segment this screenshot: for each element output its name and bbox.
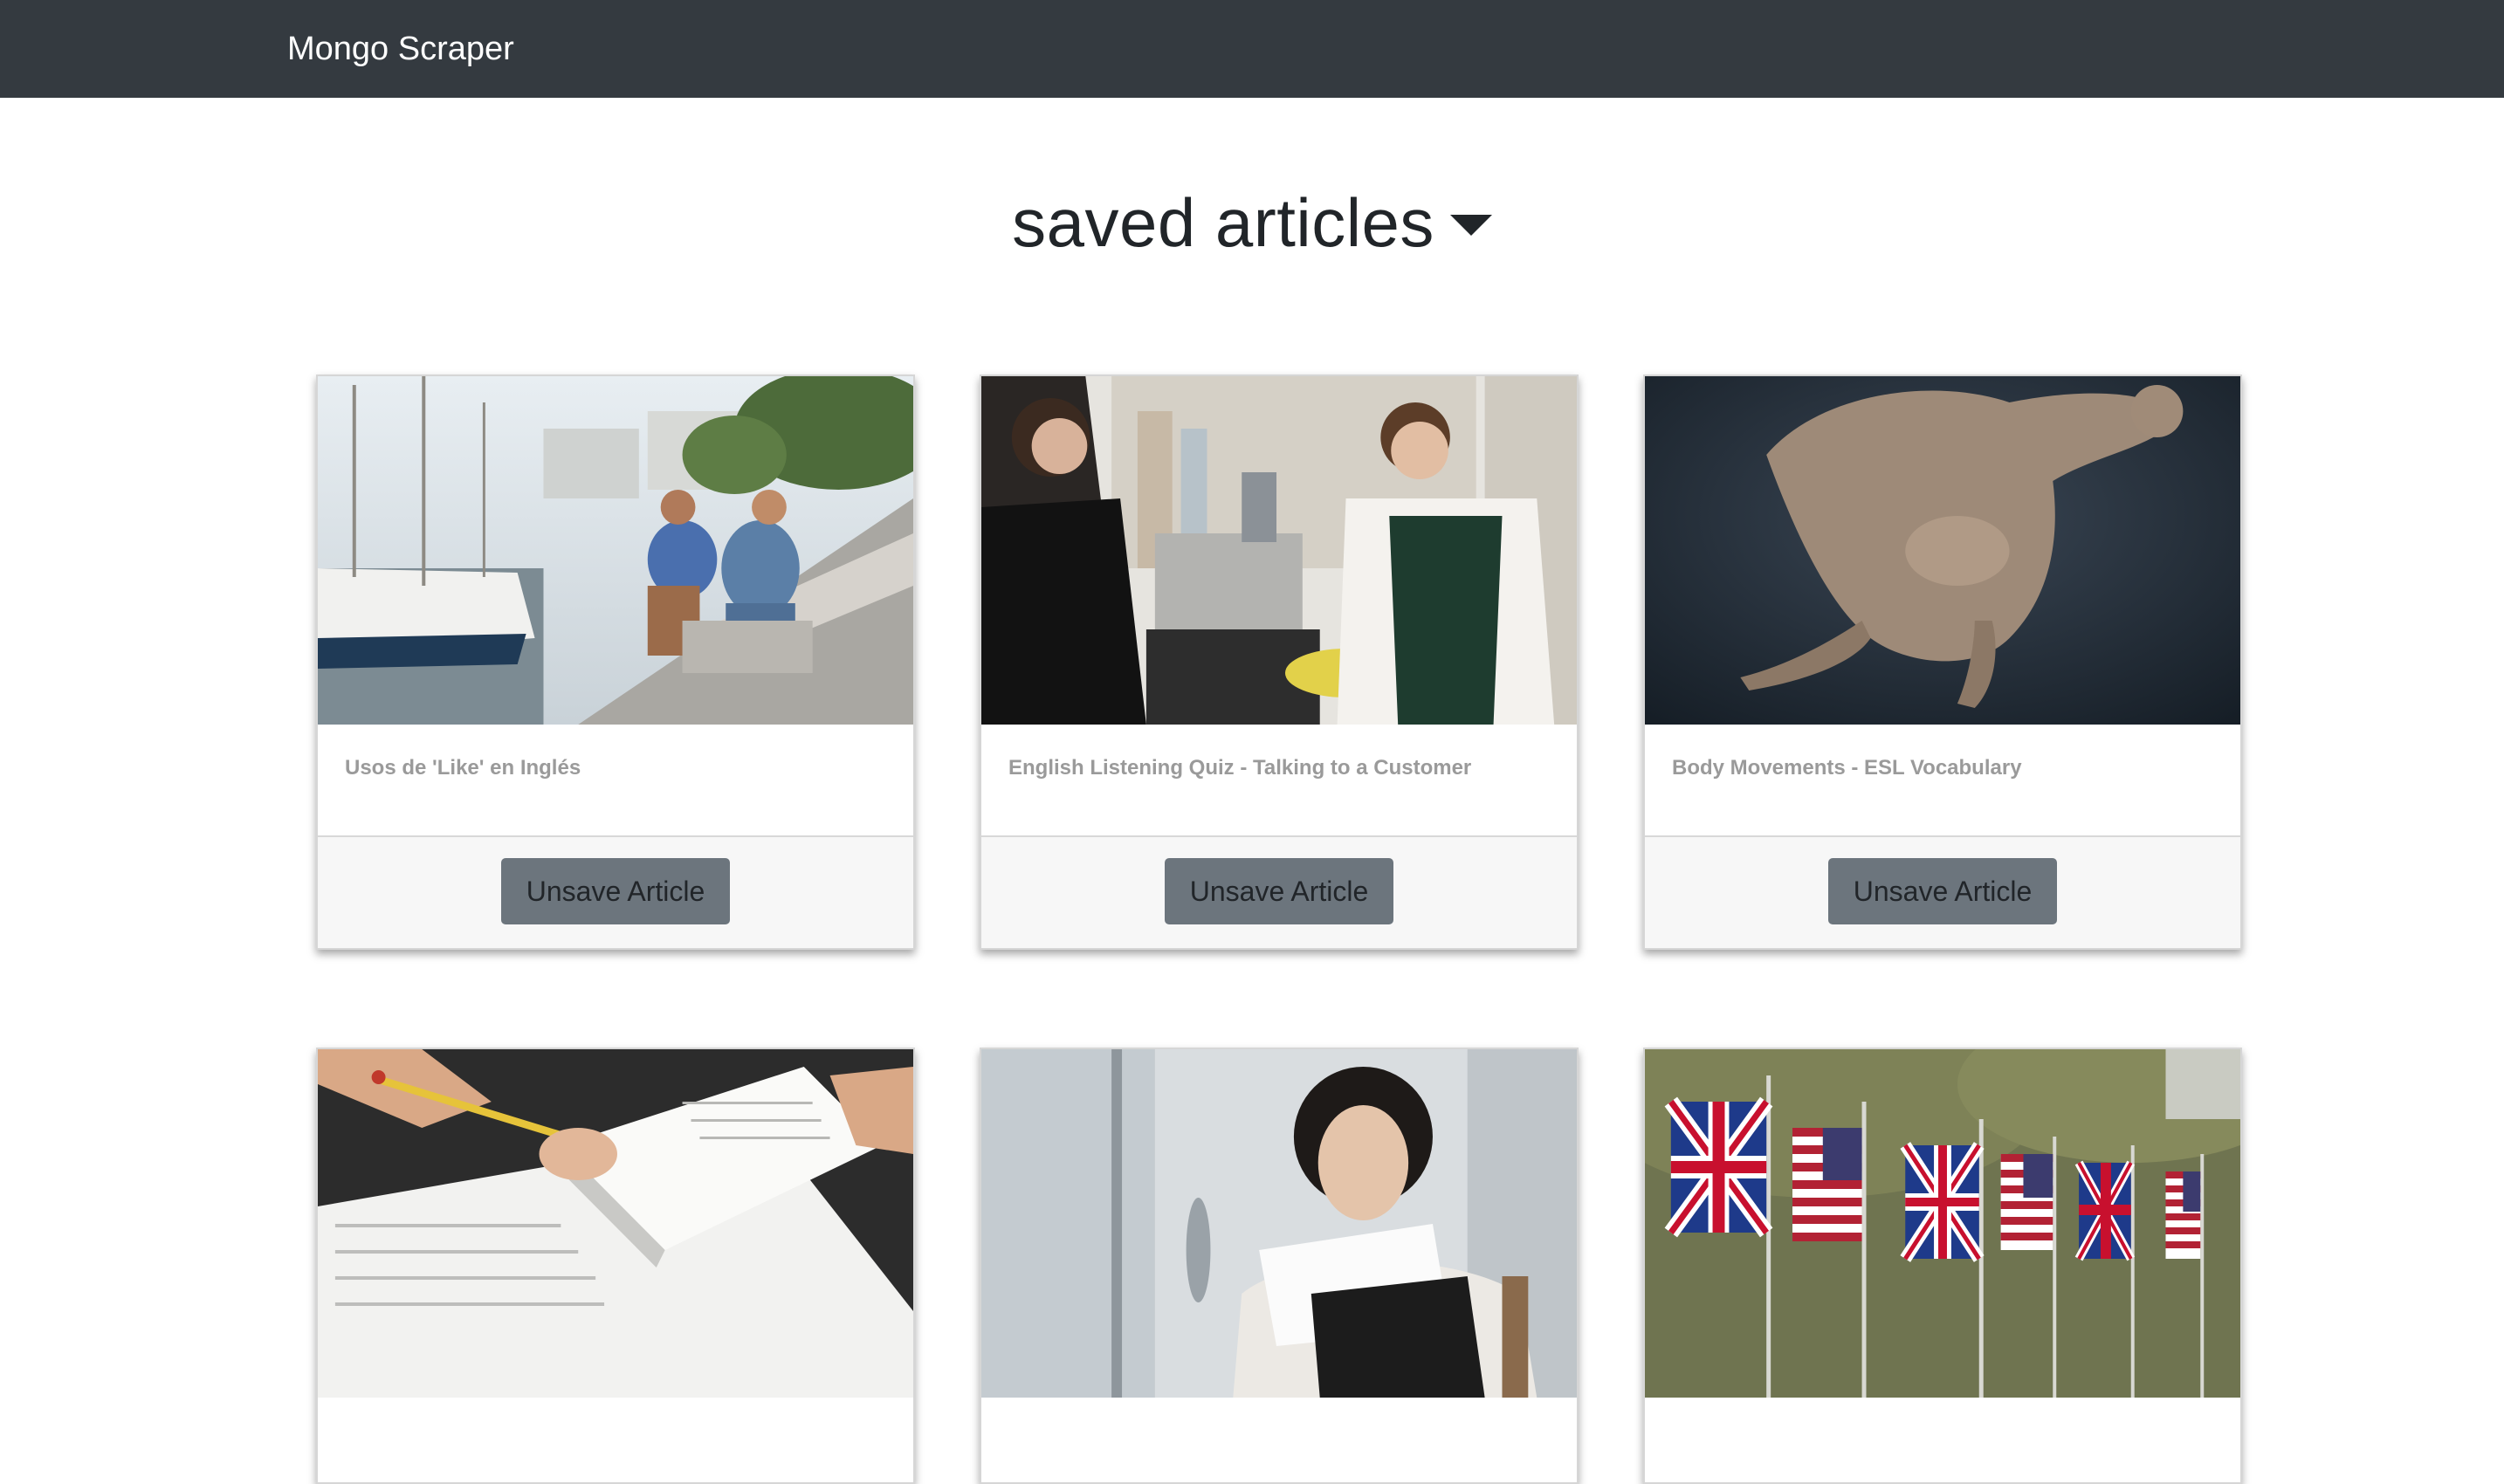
article-title[interactable]: Body Movements - ESL Vocabulary	[1672, 753, 2022, 783]
article-title[interactable]: Usos de 'Like' en Inglés	[345, 753, 581, 783]
card-footer: Unsave Article	[318, 835, 913, 948]
card-footer: Unsave Article	[1645, 835, 2240, 948]
article-card: English Listening Quiz - Talking to a Cu…	[980, 374, 1579, 950]
page-title: saved articles	[1012, 184, 1434, 261]
article-image	[981, 376, 1577, 725]
article-image	[1645, 376, 2240, 725]
navbar-brand[interactable]: Mongo Scraper	[287, 26, 514, 72]
article-title[interactable]: English Listening Quiz - Talking to a Cu…	[1008, 753, 1471, 783]
article-card: Body Movements - ESL Vocabulary Unsave A…	[1643, 374, 2242, 950]
card-footer: Unsave Article	[981, 835, 1577, 948]
navbar: Mongo Scraper	[0, 0, 2504, 98]
page-heading: saved articles	[0, 175, 2504, 271]
unsave-article-button[interactable]: Unsave Article	[1165, 858, 1393, 924]
article-image	[318, 376, 913, 725]
article-image	[981, 1049, 1577, 1398]
article-image	[1645, 1049, 2240, 1398]
caret-down-icon[interactable]	[1449, 215, 1492, 237]
article-card	[980, 1048, 1579, 1484]
article-image	[318, 1049, 913, 1398]
article-card	[316, 1048, 915, 1484]
article-card: Usos de 'Like' en Inglés Unsave Article	[316, 374, 915, 950]
unsave-article-button[interactable]: Unsave Article	[501, 858, 730, 924]
article-card	[1643, 1048, 2242, 1484]
unsave-article-button[interactable]: Unsave Article	[1828, 858, 2057, 924]
